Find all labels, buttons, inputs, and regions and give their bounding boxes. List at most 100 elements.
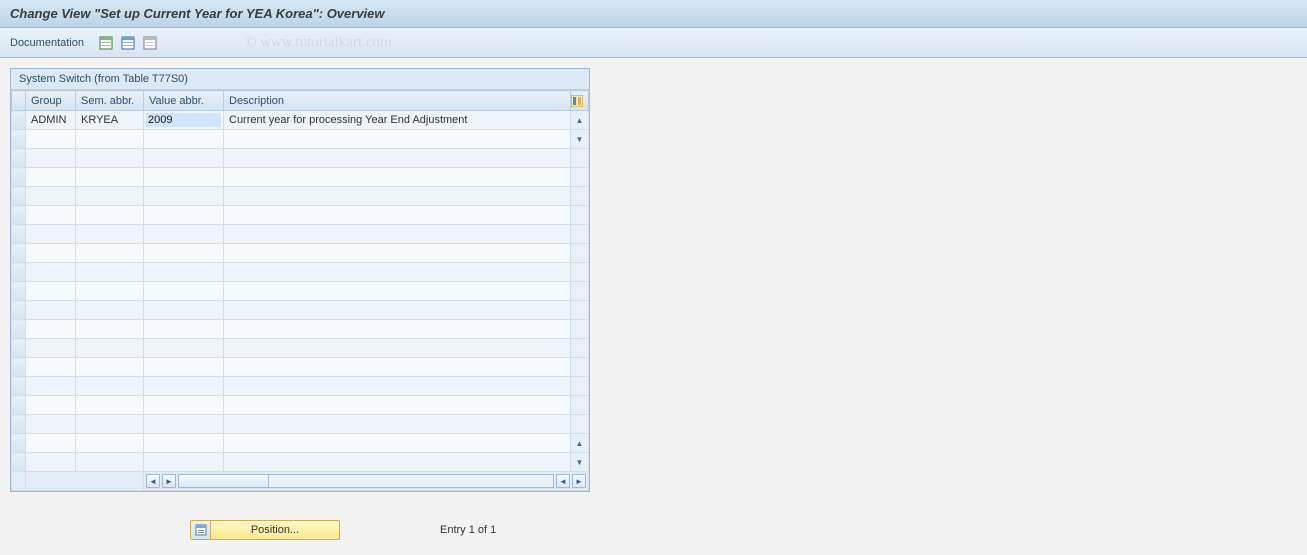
cell-value[interactable] [144, 149, 224, 168]
row-selector[interactable] [12, 396, 26, 415]
cell-desc [224, 282, 571, 301]
cell-sem [76, 206, 144, 225]
scroll-track[interactable] [571, 187, 589, 206]
scroll-track[interactable] [571, 396, 589, 415]
row-selector[interactable] [12, 206, 26, 225]
scroll-track[interactable] [571, 225, 589, 244]
scroll-up-button[interactable]: ▲ [571, 111, 589, 130]
value-input[interactable] [146, 113, 221, 127]
cell-desc [224, 187, 571, 206]
cell-group [26, 320, 76, 339]
scroll-track[interactable] [571, 282, 589, 301]
row-selector[interactable] [12, 434, 26, 453]
scroll-track[interactable] [571, 339, 589, 358]
cell-group [26, 263, 76, 282]
scroll-track[interactable] [571, 149, 589, 168]
row-selector[interactable] [12, 149, 26, 168]
col-header-desc[interactable]: Description [224, 91, 571, 111]
cell-value[interactable] [144, 263, 224, 282]
cell-value[interactable] [144, 339, 224, 358]
scroll-left-end-button[interactable]: ◄ [556, 474, 570, 488]
cell-value[interactable] [144, 187, 224, 206]
table-row [12, 320, 589, 339]
data-grid: Group Sem. abbr. Value abbr. Description… [11, 90, 589, 491]
cell-group [26, 453, 76, 472]
scroll-track-top[interactable]: ▼ [571, 130, 589, 149]
scroll-right-end-button[interactable]: ► [572, 474, 586, 488]
cell-group [26, 301, 76, 320]
table-config-icon [571, 95, 588, 107]
scroll-track-bottom[interactable]: ▲ [571, 434, 589, 453]
scroll-track[interactable] [571, 415, 589, 434]
scroll-track[interactable] [571, 263, 589, 282]
row-selector[interactable] [12, 187, 26, 206]
cell-value[interactable] [144, 130, 224, 149]
cell-value[interactable] [144, 415, 224, 434]
row-selector[interactable] [12, 301, 26, 320]
table-row: ▼ [12, 130, 589, 149]
content-area: System Switch (from Table T77S0) Group S… [0, 58, 1307, 550]
cell-value[interactable] [144, 244, 224, 263]
col-header-sem[interactable]: Sem. abbr. [76, 91, 144, 111]
select-all-icon[interactable] [142, 35, 158, 51]
scroll-track[interactable] [571, 320, 589, 339]
cell-sem [76, 396, 144, 415]
table-row [12, 301, 589, 320]
row-selector[interactable] [12, 225, 26, 244]
row-selector[interactable] [12, 168, 26, 187]
cell-group [26, 206, 76, 225]
save-icon[interactable] [120, 35, 136, 51]
row-selector[interactable] [12, 339, 26, 358]
cell-group [26, 149, 76, 168]
horizontal-scrollbar[interactable] [178, 474, 554, 488]
table-row: ADMINKRYEACurrent year for processing Ye… [12, 111, 589, 130]
row-selector[interactable] [12, 111, 26, 130]
row-selector[interactable] [12, 358, 26, 377]
row-selector[interactable] [12, 453, 26, 472]
cell-value[interactable] [144, 301, 224, 320]
scroll-track[interactable] [571, 377, 589, 396]
row-selector[interactable] [12, 282, 26, 301]
table-row: ▼ [12, 453, 589, 472]
table-panel: System Switch (from Table T77S0) Group S… [10, 68, 590, 492]
cell-value[interactable] [144, 225, 224, 244]
row-selector[interactable] [12, 377, 26, 396]
cell-value[interactable] [144, 396, 224, 415]
scroll-right-button[interactable]: ► [162, 474, 176, 488]
watermark-text: © www.tutorialkart.com [245, 34, 392, 51]
scroll-track[interactable] [571, 168, 589, 187]
table-row [12, 377, 589, 396]
table-row [12, 225, 589, 244]
cell-value[interactable] [144, 282, 224, 301]
cell-sem [76, 130, 144, 149]
col-header-group[interactable]: Group [26, 91, 76, 111]
scroll-track[interactable] [571, 244, 589, 263]
row-selector[interactable] [12, 130, 26, 149]
scroll-down-button[interactable]: ▼ [571, 453, 589, 472]
scroll-track[interactable] [571, 206, 589, 225]
row-selector[interactable] [12, 415, 26, 434]
scroll-track[interactable] [571, 301, 589, 320]
cell-group [26, 244, 76, 263]
cell-value[interactable] [144, 206, 224, 225]
configure-columns-button[interactable] [571, 91, 589, 111]
row-selector[interactable] [12, 263, 26, 282]
table-settings-icon[interactable] [98, 35, 114, 51]
row-selector[interactable] [12, 244, 26, 263]
scroll-track[interactable] [571, 358, 589, 377]
documentation-button[interactable]: Documentation [10, 37, 84, 49]
cell-value[interactable] [144, 358, 224, 377]
row-selector[interactable] [12, 320, 26, 339]
cell-value[interactable] [144, 320, 224, 339]
col-header-value[interactable]: Value abbr. [144, 91, 224, 111]
cell-value[interactable] [144, 111, 224, 130]
scroll-left-button[interactable]: ◄ [146, 474, 160, 488]
cell-value[interactable] [144, 377, 224, 396]
cell-value[interactable] [144, 434, 224, 453]
position-button[interactable]: Position... [190, 520, 340, 540]
cell-value[interactable] [144, 168, 224, 187]
scrollbar-thumb[interactable] [179, 475, 269, 487]
cell-value[interactable] [144, 453, 224, 472]
cell-sem [76, 301, 144, 320]
table-row: ▲ [12, 434, 589, 453]
